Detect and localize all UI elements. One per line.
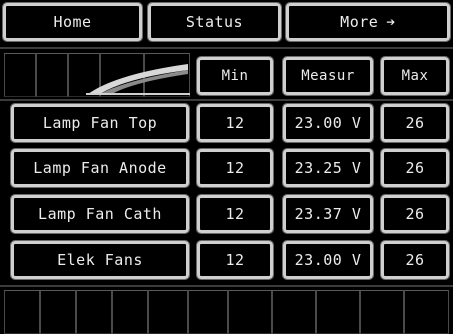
- grid-cell: [228, 290, 272, 334]
- row-label-text: Lamp Fan Top: [42, 114, 158, 132]
- column-header-max-label: Max: [401, 68, 429, 84]
- min-value: 12: [225, 251, 245, 269]
- measured-value: 23.00 V: [294, 251, 362, 269]
- home-button-label: Home: [53, 13, 92, 31]
- max-value: 26: [405, 114, 425, 132]
- measured-value-cell: 23.25 V: [282, 148, 374, 188]
- status-button-label: Status: [185, 13, 244, 31]
- measured-value: 23.37 V: [294, 205, 362, 223]
- nav-divider: [0, 47, 453, 49]
- measured-value-cell: 23.00 V: [282, 240, 374, 280]
- status-button[interactable]: Status: [147, 2, 282, 42]
- min-value: 12: [225, 205, 245, 223]
- more-button-label: More: [340, 13, 379, 31]
- measured-value-cell: 23.00 V: [282, 103, 374, 143]
- max-value-cell: 26: [380, 240, 450, 280]
- row-label-lamp-fan-top[interactable]: Lamp Fan Top: [10, 103, 190, 143]
- min-value-cell: 12: [196, 103, 274, 143]
- column-header-min-label: Min: [221, 68, 249, 84]
- max-value: 26: [405, 251, 425, 269]
- fan-status-screen: Home Status More ➔ Min Measur Max Lamp F…: [0, 0, 453, 334]
- column-header-max: Max: [380, 56, 450, 96]
- grid-cell: [4, 53, 36, 97]
- max-value: 26: [405, 159, 425, 177]
- more-button[interactable]: More ➔: [285, 2, 451, 42]
- grid-cell: [76, 290, 112, 334]
- grid-cell: [360, 290, 404, 334]
- row-label-elek-fans[interactable]: Elek Fans: [10, 240, 190, 280]
- grid-cell: [404, 290, 449, 334]
- max-value-cell: 26: [380, 103, 450, 143]
- min-value: 12: [225, 159, 245, 177]
- home-button[interactable]: Home: [2, 2, 143, 42]
- min-value-cell: 12: [196, 148, 274, 188]
- grid-cell: [112, 290, 148, 334]
- min-value: 12: [225, 114, 245, 132]
- swoosh-graphic: [86, 64, 190, 95]
- row-label-lamp-fan-anode[interactable]: Lamp Fan Anode: [10, 148, 190, 188]
- footer-divider: [0, 285, 453, 287]
- header-divider: [0, 99, 453, 101]
- grid-cell: [36, 53, 68, 97]
- min-value-cell: 12: [196, 240, 274, 280]
- grid-cell: [40, 290, 76, 334]
- max-value: 26: [405, 205, 425, 223]
- row-label-text: Lamp Fan Cath: [38, 205, 162, 223]
- column-header-measured: Measur: [282, 56, 374, 96]
- grid-cell: [4, 290, 40, 334]
- arrow-right-icon: ➔: [386, 13, 396, 31]
- measured-value: 23.25 V: [294, 159, 362, 177]
- row-label-text: Elek Fans: [57, 251, 143, 269]
- min-value-cell: 12: [196, 194, 274, 234]
- grid-cell: [316, 290, 360, 334]
- measured-value-cell: 23.37 V: [282, 194, 374, 234]
- max-value-cell: 26: [380, 194, 450, 234]
- grid-cell: [272, 290, 316, 334]
- max-value-cell: 26: [380, 148, 450, 188]
- grid-cell: [188, 290, 228, 334]
- grid-cell: [148, 290, 188, 334]
- measured-value: 23.00 V: [294, 114, 362, 132]
- column-header-measured-label: Measur: [301, 68, 355, 84]
- row-label-text: Lamp Fan Anode: [33, 159, 167, 177]
- column-header-min: Min: [196, 56, 274, 96]
- row-label-lamp-fan-cath[interactable]: Lamp Fan Cath: [10, 194, 190, 234]
